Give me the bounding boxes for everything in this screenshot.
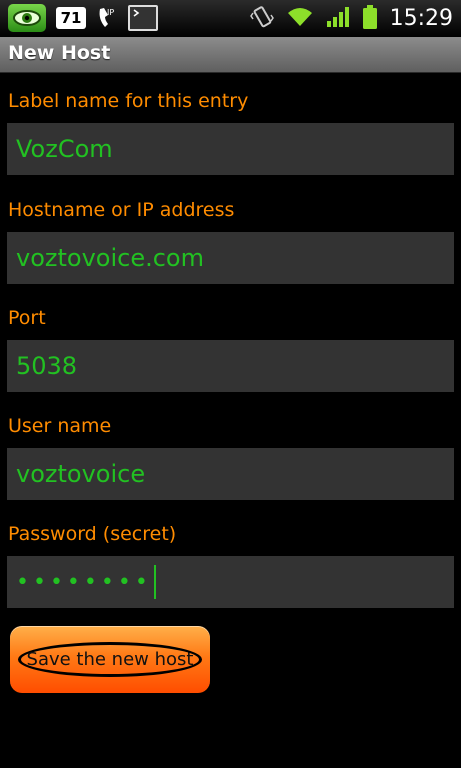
sip-phone-icon: IP — [96, 5, 118, 31]
hostname-input[interactable]: voztovoice.com — [7, 232, 454, 284]
port-input[interactable]: 5038 — [7, 340, 454, 392]
sip-label: IP — [107, 8, 114, 17]
page-title: New Host — [8, 42, 111, 64]
password-value: •••••••• — [16, 569, 152, 595]
wifi-icon — [286, 6, 314, 32]
status-bar: 71 IP 15:29 — [0, 0, 461, 37]
username-label: User name — [8, 415, 112, 437]
system-icons: 15:29 — [249, 0, 453, 37]
label-name-value: VozCom — [16, 135, 113, 163]
username-input[interactable]: voztovoice — [7, 448, 454, 500]
notification-count-badge: 71 — [56, 7, 86, 29]
vibrate-icon — [249, 5, 274, 33]
terminal-icon — [128, 5, 158, 31]
clock: 15:29 — [389, 6, 453, 31]
title-bar: New Host — [0, 37, 461, 73]
label-name-input[interactable]: VozCom — [7, 123, 454, 175]
password-input[interactable]: •••••••• — [7, 556, 454, 608]
text-cursor — [153, 565, 156, 599]
eye-app-icon — [8, 4, 46, 32]
password-label: Password (secret) — [8, 523, 177, 545]
save-host-button[interactable]: Save the new host — [10, 626, 210, 693]
port-value: 5038 — [16, 352, 78, 380]
label-name-label: Label name for this entry — [8, 90, 249, 112]
save-host-label: Save the new host — [17, 642, 203, 677]
username-value: voztovoice — [16, 460, 146, 488]
signal-icon — [326, 6, 350, 32]
hostname-value: voztovoice.com — [16, 244, 204, 272]
port-label: Port — [8, 307, 46, 329]
battery-icon — [362, 4, 378, 34]
hostname-label: Hostname or IP address — [8, 199, 235, 221]
notification-icons: 71 IP — [8, 4, 158, 32]
